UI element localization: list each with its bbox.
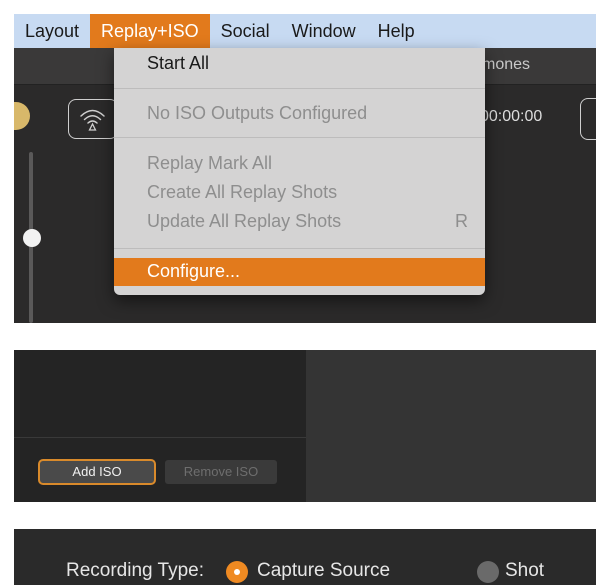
menu-replay-iso[interactable]: Replay+ISO (90, 14, 210, 48)
shot-radio[interactable] (477, 561, 499, 583)
volume-slider-thumb[interactable] (23, 229, 41, 247)
menu-social[interactable]: Social (210, 14, 281, 48)
menu-separator (114, 248, 485, 249)
menu-window[interactable]: Window (281, 14, 367, 48)
menu-screenshot-panel: Layout Replay+ISO Social Window Help mon… (14, 0, 596, 323)
menu-item-no-iso-outputs: No ISO Outputs Configured (147, 103, 368, 123)
menu-item-start-all[interactable]: Start All (147, 53, 209, 74)
add-iso-button[interactable]: Add ISO (38, 459, 156, 485)
menu-bar: Layout Replay+ISO Social Window Help (14, 14, 596, 48)
timecode-display: 00:00:00 (480, 108, 543, 125)
recording-type-panel: Recording Type: Capture Source Shot (14, 529, 596, 585)
menu-item-replay-mark-all: Replay Mark All (147, 153, 273, 173)
menu-separator (114, 88, 485, 89)
menu-shortcut-r: R (455, 211, 468, 231)
capture-source-label[interactable]: Capture Source (257, 560, 390, 582)
menu-item-update-all-replay-shots: Update All Replay Shots (147, 211, 342, 231)
menu-layout[interactable]: Layout (14, 14, 90, 48)
status-indicator-icon (14, 102, 30, 130)
panel-divider (14, 437, 306, 438)
toolbar-partial-label: mones (482, 56, 531, 73)
recording-type-label: Recording Type: (66, 560, 205, 581)
remove-iso-button[interactable]: Remove ISO (165, 460, 277, 484)
menu-item-configure-label: Configure... (147, 261, 241, 281)
menu-item-create-all-replay-shots: Create All Replay Shots (147, 182, 338, 202)
shot-label[interactable]: Shot (505, 560, 544, 582)
iso-detail-area (306, 350, 596, 502)
wifi-button[interactable] (68, 99, 118, 139)
replay-iso-dropdown: Start All No ISO Outputs Configured Repl… (114, 48, 485, 295)
wifi-icon (80, 109, 105, 131)
menu-separator (114, 137, 485, 138)
iso-panel: Add ISO Remove ISO (14, 350, 596, 502)
record-button-edge[interactable] (580, 98, 596, 140)
menu-help[interactable]: Help (367, 14, 426, 48)
capture-source-radio[interactable] (226, 561, 248, 583)
menu-item-configure[interactable]: Configure... (114, 258, 485, 286)
window-top-strip (14, 0, 596, 14)
